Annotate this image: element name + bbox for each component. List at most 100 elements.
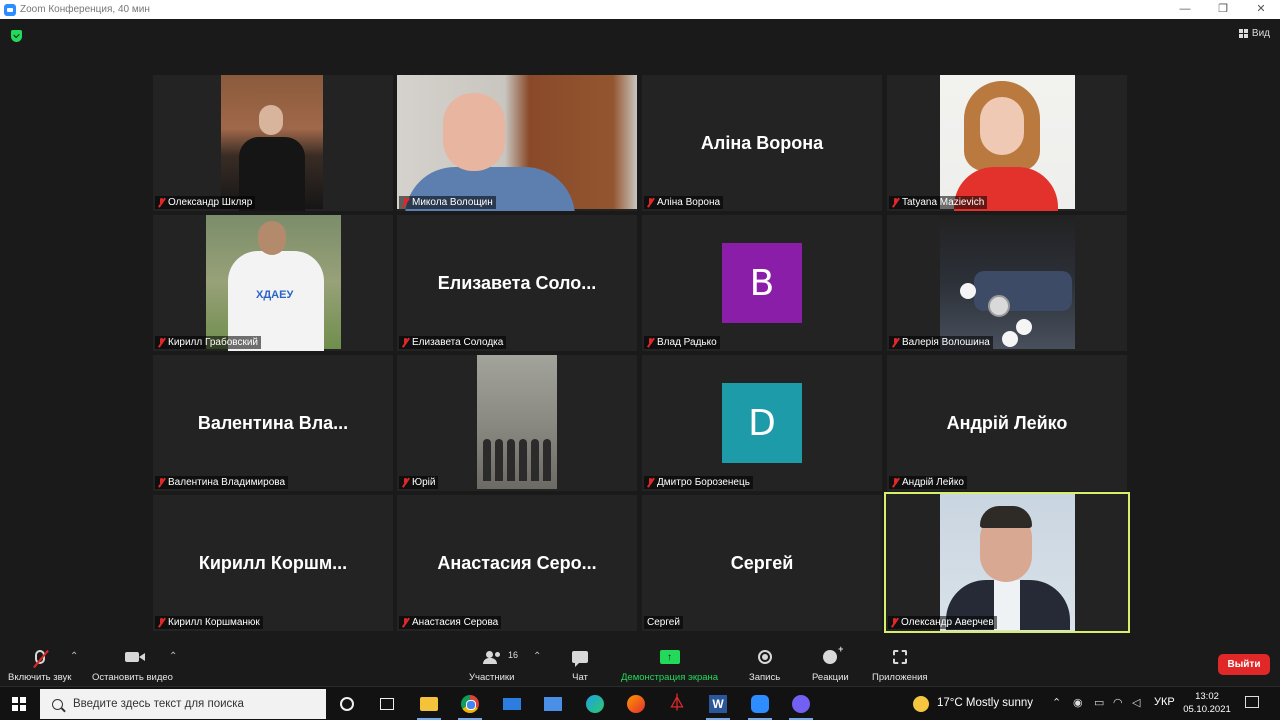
notifications-icon[interactable] — [1245, 696, 1259, 708]
volume-icon[interactable]: ◁ — [1132, 696, 1140, 709]
audio-options-caret-icon[interactable]: ⌃ — [70, 651, 78, 662]
mail-icon[interactable] — [503, 698, 521, 710]
participant-name-tag: Андрій Лейко — [889, 476, 967, 489]
wifi-icon[interactable]: ◠ — [1113, 696, 1123, 709]
window-titlebar: Zoom Конференция, 40 мин — ❐ ✕ — [0, 0, 1280, 19]
firefox-icon[interactable] — [627, 695, 645, 713]
participant-tile[interactable]: Олександр Шкляр — [153, 75, 393, 211]
mic-muted-icon — [402, 478, 409, 487]
chat-button[interactable]: Чат — [572, 648, 588, 683]
participant-tile[interactable]: Андрій Лейко Андрій Лейко — [887, 355, 1127, 491]
file-explorer-icon[interactable] — [420, 697, 438, 711]
participant-name-tag: Tatyana Mazievich — [889, 196, 988, 209]
participant-tile[interactable]: Сергей Сергей — [642, 495, 882, 631]
mic-muted-icon — [891, 618, 898, 627]
weather-text[interactable]: 17°C Mostly sunny — [937, 697, 1033, 709]
mic-muted-icon — [647, 478, 654, 487]
weather-sun-icon[interactable] — [913, 696, 929, 712]
reactions-button[interactable]: Реакции — [812, 644, 849, 683]
participant-name: Аліна Ворона — [657, 197, 721, 208]
chat-label: Чат — [572, 672, 588, 683]
participant-name-tag: Елизавета Солодка — [399, 336, 507, 349]
video-options-caret-icon[interactable]: ⌃ — [169, 651, 177, 662]
maximize-button[interactable]: ❐ — [1204, 0, 1242, 19]
battery-icon[interactable]: ▭ — [1094, 696, 1104, 709]
participant-tile[interactable]: Микола Волощин — [397, 75, 637, 211]
record-label: Запись — [749, 672, 781, 683]
share-screen-button[interactable]: ↑ Демонстрация экрана — [621, 648, 718, 683]
participant-name: Дмитро Борозенець — [657, 477, 750, 488]
participant-name-tag: Валентина Владимирова — [155, 476, 289, 489]
unmute-label: Включить звук — [8, 672, 72, 683]
apps-button[interactable]: Приложения — [872, 648, 928, 683]
stop-video-label: Остановить видео — [92, 672, 173, 683]
participant-display-name: Елизавета Соло... — [437, 272, 597, 293]
word-icon[interactable]: W — [709, 695, 727, 713]
mic-muted-icon — [158, 478, 165, 487]
participant-tile[interactable]: Анастасия Серо... Анастасия Серова — [397, 495, 637, 631]
participant-tile[interactable]: Аліна Ворона Аліна Ворона — [642, 75, 882, 211]
unmute-button[interactable]: Включить звук — [8, 648, 71, 683]
taskbar-clock[interactable]: 13:02 05.10.2021 — [1178, 690, 1236, 716]
record-button[interactable]: Запись — [749, 648, 780, 683]
encryption-shield-icon[interactable] — [11, 30, 22, 42]
zoom-icon[interactable] — [751, 695, 769, 713]
participant-name: Влад Радько — [657, 337, 717, 348]
windows-start-icon[interactable] — [12, 697, 26, 711]
reactions-label: Реакции — [812, 672, 849, 683]
participant-tile[interactable]: B Влад Радько — [642, 215, 882, 351]
participants-count: 16 — [508, 650, 519, 660]
window-title: Zoom Конференция, 40 мин — [20, 4, 150, 15]
mic-muted-icon — [892, 198, 899, 207]
active-speaker-tile[interactable]: Олександр Аверчев — [884, 492, 1130, 633]
gallery-grid-icon — [1238, 29, 1248, 38]
chrome-icon[interactable] — [461, 695, 479, 713]
apps-icon — [892, 650, 907, 664]
participant-tile[interactable]: Елизавета Соло... Елизавета Солодка — [397, 215, 637, 351]
participant-tile[interactable]: ХДАЕУ Кирилл Грабовский — [153, 215, 393, 351]
view-label: Вид — [1251, 28, 1270, 39]
participant-name: Олександр Аверчев — [901, 617, 994, 628]
language-indicator[interactable]: УКР — [1154, 696, 1175, 708]
participant-tile[interactable]: Tatyana Mazievich — [887, 75, 1127, 211]
taskbar-search[interactable] — [40, 689, 326, 719]
participant-name-tag: Валерія Волошина — [889, 336, 993, 349]
participant-display-name: Андрій Лейко — [946, 412, 1068, 433]
tray-expand-chevron-icon[interactable]: ⌃ — [1052, 696, 1061, 709]
store-icon[interactable] — [544, 697, 562, 711]
close-button[interactable]: ✕ — [1242, 0, 1280, 19]
participant-name-tag: Олександр Шкляр — [155, 196, 256, 209]
view-button[interactable]: Вид — [1238, 28, 1270, 39]
participants-options-caret-icon[interactable]: ⌃ — [533, 651, 541, 662]
task-view-icon[interactable] — [380, 698, 394, 710]
tray-app-icon[interactable]: ◉ — [1073, 696, 1083, 709]
mic-muted-icon — [158, 198, 165, 207]
participant-name: Сергей — [647, 617, 680, 628]
participant-tile[interactable]: Кирилл Коршм... Кирилл Коршманюк — [153, 495, 393, 631]
leave-button[interactable]: Выйти — [1218, 654, 1270, 675]
participant-tile[interactable]: Юрій — [397, 355, 637, 491]
participant-tile[interactable]: Валентина Вла... Валентина Владимирова — [153, 355, 393, 491]
acrobat-icon[interactable]: ⏃ — [668, 695, 686, 713]
apps-label: Приложения — [872, 672, 928, 683]
participant-tile[interactable]: Валерія Волошина — [887, 215, 1127, 351]
participant-display-name: Аліна Ворона — [700, 132, 824, 153]
taskbar-search-input[interactable] — [73, 698, 313, 710]
cortana-icon[interactable] — [340, 697, 354, 711]
participant-name-tag: Сергей — [644, 616, 683, 629]
viber-icon[interactable] — [792, 695, 810, 713]
share-screen-label: Демонстрация экрана — [621, 672, 719, 683]
participant-video — [940, 75, 1075, 211]
mic-muted-icon — [402, 338, 409, 347]
participant-name: Валерія Волошина — [902, 337, 990, 348]
participant-video — [940, 215, 1075, 349]
participant-name-tag: Микола Волощин — [399, 196, 496, 209]
participant-name-tag: Анастасия Серова — [399, 616, 502, 629]
stop-video-button[interactable]: Остановить видео — [92, 648, 173, 683]
window-controls: — ❐ ✕ — [1166, 0, 1280, 19]
minimize-button[interactable]: — — [1166, 0, 1204, 19]
participant-tile[interactable]: D Дмитро Борозенець — [642, 355, 882, 491]
edge-icon[interactable] — [586, 695, 604, 713]
participant-name-tag: Влад Радько — [644, 336, 720, 349]
participants-icon — [482, 651, 501, 664]
